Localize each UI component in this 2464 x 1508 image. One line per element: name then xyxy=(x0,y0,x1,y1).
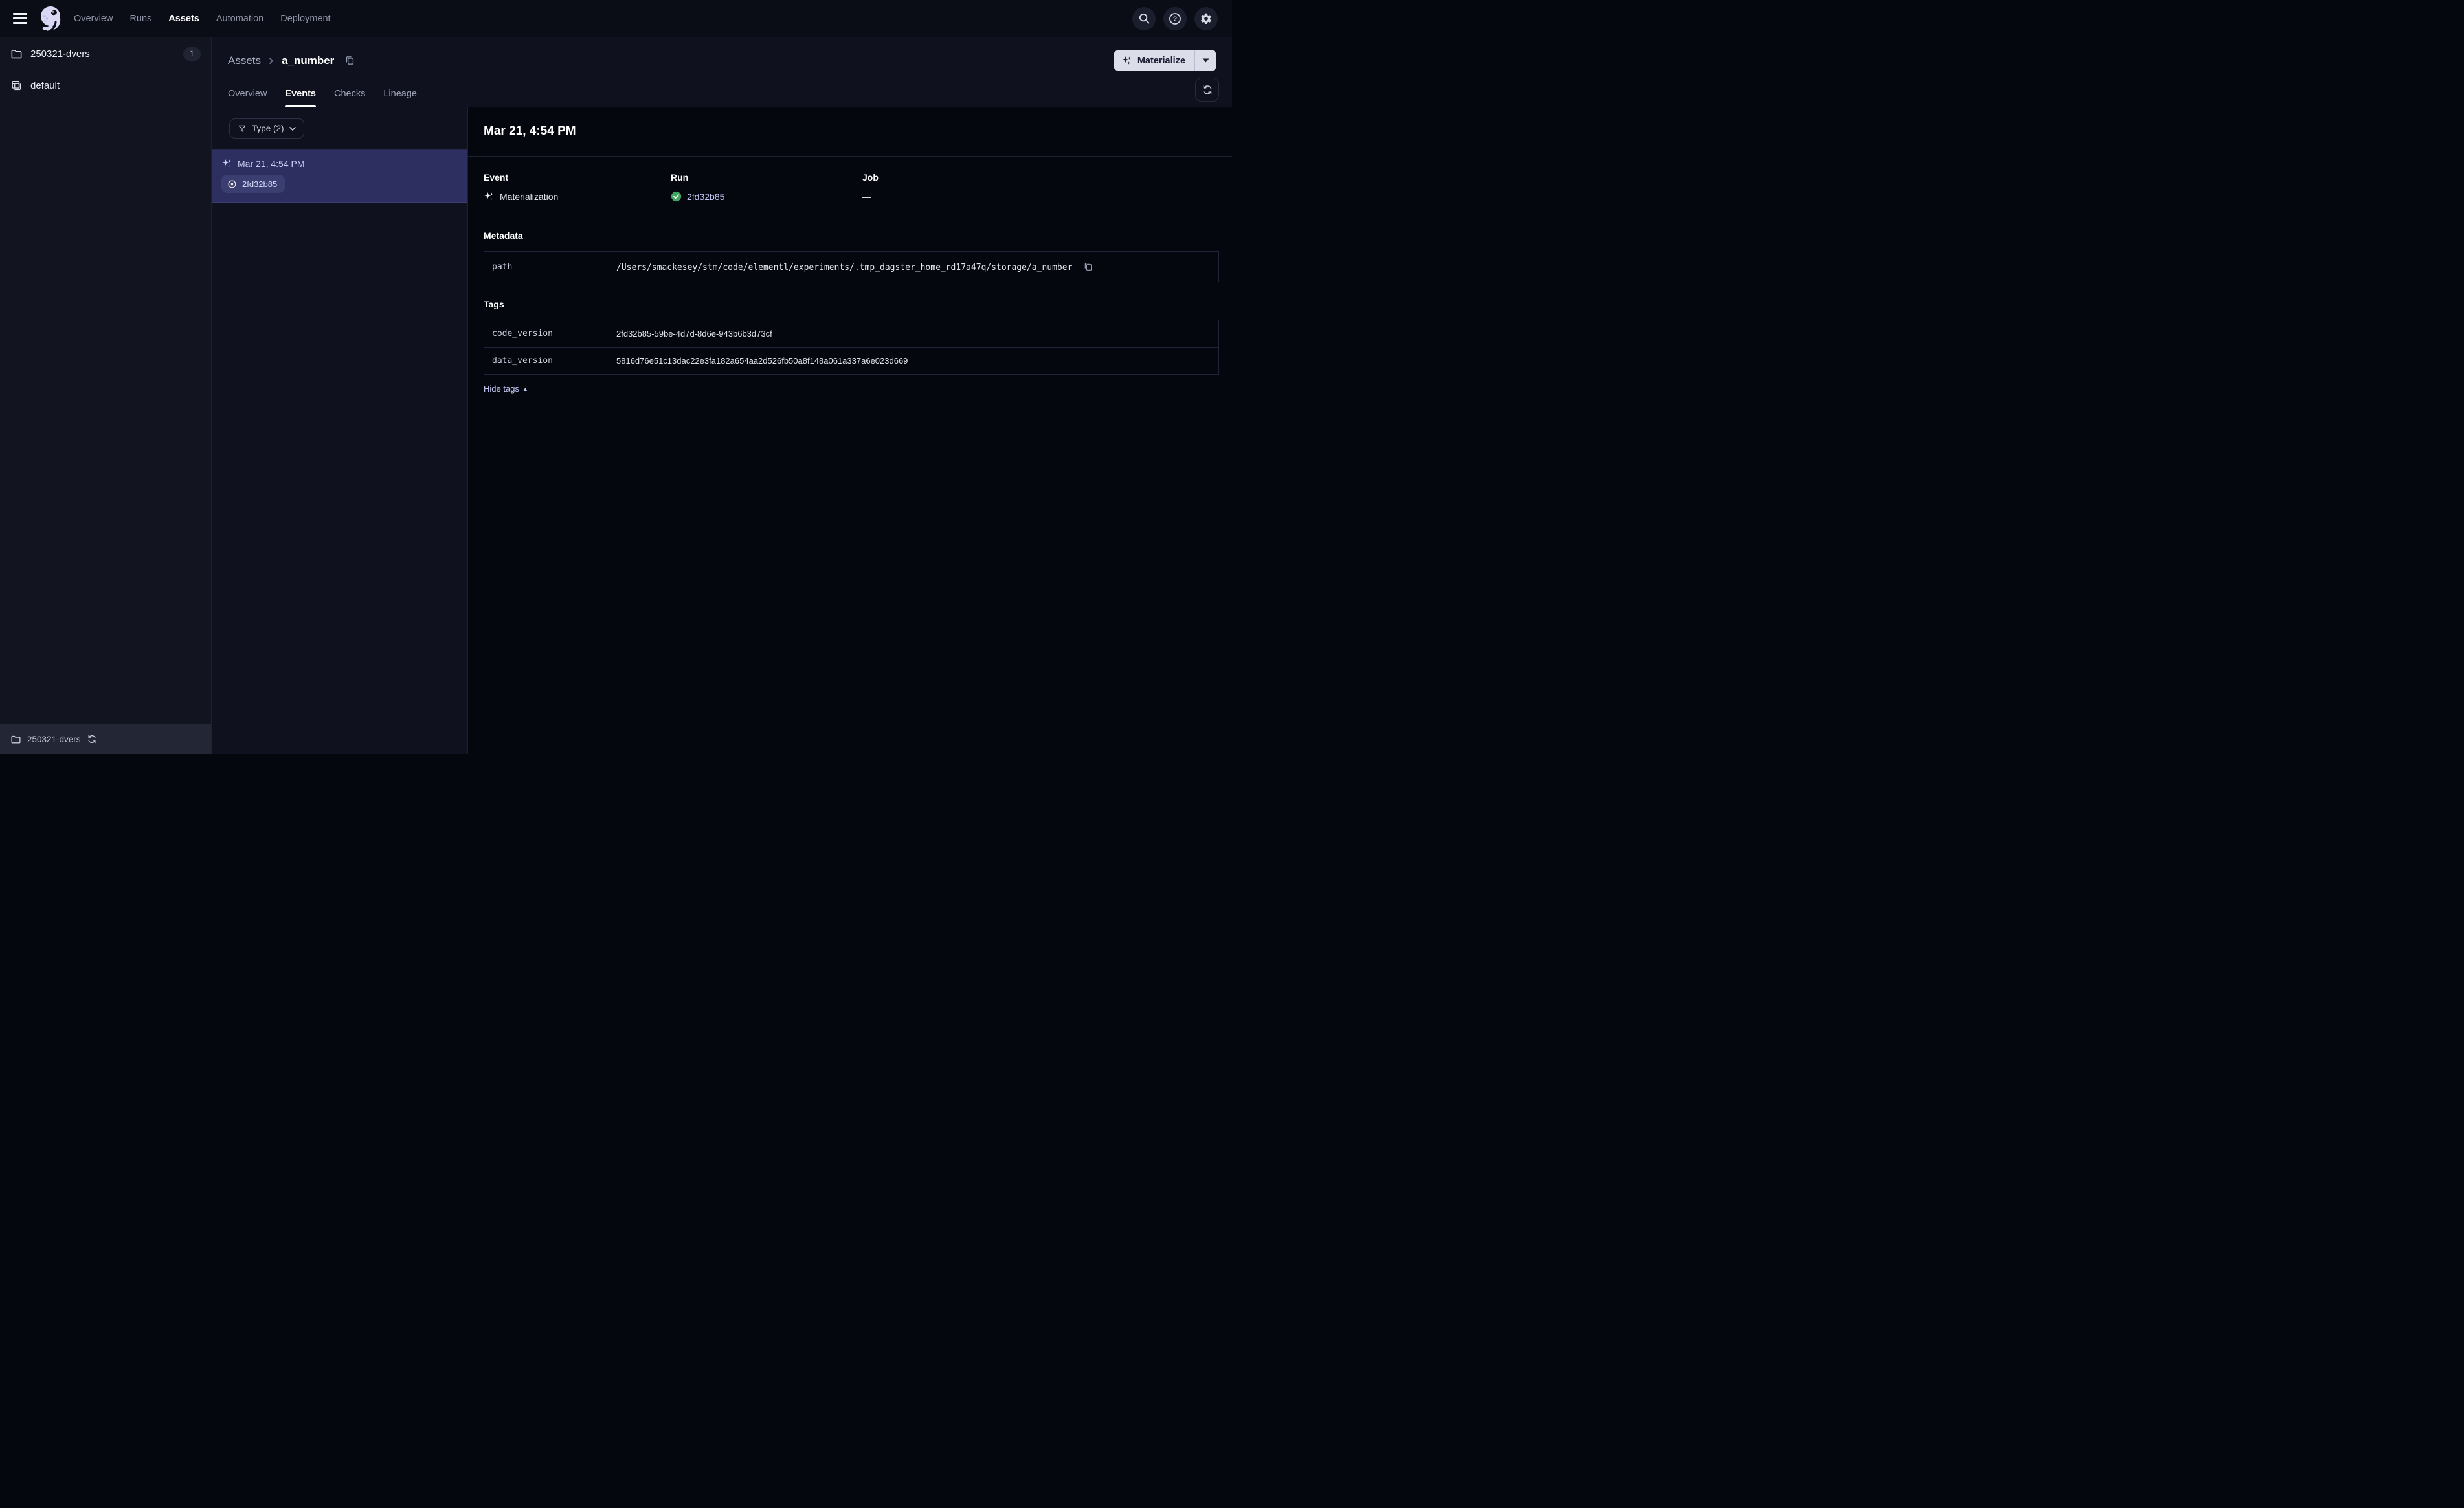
run-value: 2fd32b85 xyxy=(671,191,862,202)
event-column-label: Event xyxy=(484,172,509,183)
sidebar-item-location[interactable]: 250321-dvers 1 xyxy=(0,37,211,71)
sparkle-icon xyxy=(1122,56,1131,65)
job-value: — xyxy=(862,191,871,202)
table-row: data_version 5816d76e51c13dac22e3fa182a6… xyxy=(484,347,1219,375)
asset-count-badge: 1 xyxy=(183,47,201,61)
breadcrumb-assets-link[interactable]: Assets xyxy=(228,54,261,67)
folder-icon xyxy=(11,735,21,743)
refresh-icon[interactable] xyxy=(1195,78,1219,102)
folder-icon xyxy=(11,49,22,58)
nav-item-runs[interactable]: Runs xyxy=(129,14,151,24)
asset-detail-main: Assets a_number Materialize Overview Eve… xyxy=(212,37,1232,754)
event-run-job-grid: Event Run Job Materialization 2fd32b85 — xyxy=(468,157,1232,202)
dagster-app: Overview Runs Assets Automation Deployme… xyxy=(0,0,1232,754)
hide-tags-label: Hide tags xyxy=(484,384,519,394)
svg-text:?: ? xyxy=(1173,15,1177,23)
metadata-heading: Metadata xyxy=(484,230,523,241)
materialize-split-button: Materialize xyxy=(1113,50,1216,71)
asset-catalog-sidebar: 250321-dvers 1 default 250321-dvers xyxy=(0,37,212,754)
metadata-table: path /Users/smackesey/stm/code/elementl/… xyxy=(484,251,1219,282)
materialize-label: Materialize xyxy=(1137,55,1185,66)
chevron-right-icon xyxy=(267,57,275,65)
help-icon[interactable]: ? xyxy=(1163,6,1187,30)
copy-path-icon[interactable] xyxy=(1082,260,1095,273)
run-target-icon xyxy=(228,179,236,188)
materialization-sparkle-icon xyxy=(484,192,493,201)
code-location-footer: 250321-dvers xyxy=(0,724,211,754)
event-detail-panel: Mar 21, 4:54 PM Event Run Job Materializ… xyxy=(468,107,1232,754)
materialize-dropdown-caret-icon[interactable] xyxy=(1194,50,1216,71)
event-type-label: Materialization xyxy=(500,191,559,202)
breadcrumb: Assets a_number xyxy=(228,54,357,67)
event-run-chip[interactable]: 2fd32b85 xyxy=(221,175,286,193)
materialize-button[interactable]: Materialize xyxy=(1114,50,1194,71)
nav-item-overview[interactable]: Overview xyxy=(74,14,113,24)
filter-funnel-icon xyxy=(238,125,246,132)
asset-tabs: Overview Events Checks Lineage xyxy=(212,76,1232,107)
code-location-label: 250321-dvers xyxy=(27,734,81,744)
tab-checks[interactable]: Checks xyxy=(334,80,365,107)
tag-value: 5816d76e51c13dac22e3fa182a654aa2d526fb50… xyxy=(607,347,1219,375)
table-row: path /Users/smackesey/stm/code/elementl/… xyxy=(484,251,1219,282)
asset-group-icon xyxy=(12,81,21,91)
job-column-label: Job xyxy=(862,172,879,183)
search-icon[interactable] xyxy=(1132,6,1156,30)
page-title: a_number xyxy=(282,54,335,67)
materialization-sparkle-icon xyxy=(222,159,231,168)
dagster-logo-icon[interactable] xyxy=(38,3,65,34)
nav-item-automation[interactable]: Automation xyxy=(216,14,263,24)
asset-header: Assets a_number Materialize Overview Eve… xyxy=(212,37,1232,107)
event-timestamp: Mar 21, 4:54 PM xyxy=(238,158,305,169)
top-nav: Overview Runs Assets Automation Deployme… xyxy=(0,0,1232,37)
chevron-up-icon: ▲ xyxy=(522,385,528,392)
tags-table: code_version 2fd32b85-59be-4d7d-8d6e-943… xyxy=(484,320,1219,375)
sidebar-location-label: 250321-dvers xyxy=(30,48,90,60)
table-row: code_version 2fd32b85-59be-4d7d-8d6e-943… xyxy=(484,320,1219,348)
primary-nav: Overview Runs Assets Automation Deployme… xyxy=(74,14,331,24)
run-id-link[interactable]: 2fd32b85 xyxy=(687,192,724,202)
sidebar-item-group-default[interactable]: default xyxy=(0,71,211,100)
reload-location-icon[interactable] xyxy=(87,734,97,744)
run-column-label: Run xyxy=(671,172,689,183)
metadata-section: Metadata path /Users/smackesey/stm/code/… xyxy=(468,202,1232,282)
tab-events[interactable]: Events xyxy=(285,80,316,107)
tag-key: data_version xyxy=(484,347,607,375)
events-list-panel: Type (2) Mar 21, 4:54 PM 2fd32b85 xyxy=(212,107,468,754)
settings-gear-icon[interactable] xyxy=(1194,6,1218,30)
event-type-value: Materialization xyxy=(484,191,671,202)
copy-asset-key-icon[interactable] xyxy=(343,54,357,67)
nav-utility-icons: ? xyxy=(1132,6,1223,30)
event-run-id: 2fd32b85 xyxy=(242,179,278,189)
tab-lineage[interactable]: Lineage xyxy=(383,80,417,107)
event-detail-title: Mar 21, 4:54 PM xyxy=(484,124,576,138)
metadata-path-link[interactable]: /Users/smackesey/stm/code/elementl/exper… xyxy=(616,263,1072,272)
event-list-item-selected[interactable]: Mar 21, 4:54 PM 2fd32b85 xyxy=(212,149,467,203)
sidebar-group-label: default xyxy=(30,80,60,91)
hamburger-menu-icon[interactable] xyxy=(9,8,31,30)
hide-tags-button[interactable]: Hide tags ▲ xyxy=(484,384,528,394)
metadata-key: path xyxy=(484,251,607,282)
nav-item-assets[interactable]: Assets xyxy=(168,14,199,24)
tags-section: Tags code_version 2fd32b85-59be-4d7d-8d6… xyxy=(468,282,1232,395)
tags-heading: Tags xyxy=(484,299,504,309)
chevron-down-icon xyxy=(289,126,296,131)
run-success-icon xyxy=(671,191,682,202)
filter-label: Type (2) xyxy=(252,124,284,133)
event-type-filter-button[interactable]: Type (2) xyxy=(229,118,304,139)
tag-value: 2fd32b85-59be-4d7d-8d6e-943b6b3d73cf xyxy=(607,320,1219,348)
tag-key: code_version xyxy=(484,320,607,348)
nav-item-deployment[interactable]: Deployment xyxy=(280,14,330,24)
tab-overview[interactable]: Overview xyxy=(228,80,267,107)
